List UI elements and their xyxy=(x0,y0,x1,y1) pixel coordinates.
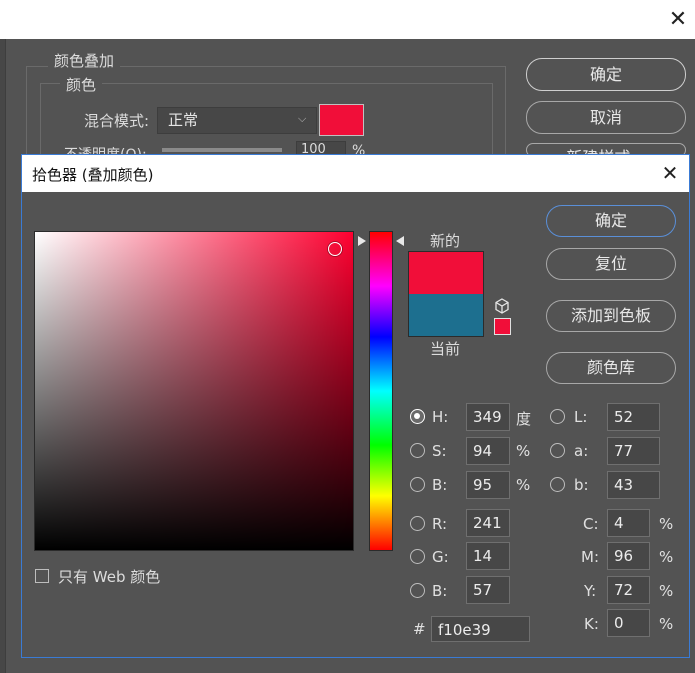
color-overlay-group-title: 颜色叠加 xyxy=(48,50,121,71)
color-field-marker[interactable] xyxy=(328,242,342,256)
overlay-color-swatch[interactable] xyxy=(319,104,364,136)
blue-label: B: xyxy=(432,582,448,600)
web-safe-cube-icon[interactable] xyxy=(494,298,510,314)
blend-mode-label: 混合模式: xyxy=(84,112,150,130)
cyan-input[interactable]: 4 xyxy=(607,509,650,537)
color-libraries-button[interactable]: 颜色库 xyxy=(546,352,676,384)
add-to-swatches-button[interactable]: 添加到色板 xyxy=(546,300,676,332)
lab-b-label: b: xyxy=(574,476,589,494)
red-label: R: xyxy=(432,515,448,533)
black-label: K: xyxy=(584,615,599,633)
hue-slider[interactable] xyxy=(369,231,393,551)
blue-input[interactable]: 57 xyxy=(466,576,510,604)
lab-a-label: a: xyxy=(574,442,589,460)
yellow-label: Y: xyxy=(584,582,597,600)
lab-l-input[interactable]: 52 xyxy=(607,403,660,431)
saturation-input[interactable]: 94 xyxy=(466,437,510,465)
web-safe-color-swatch[interactable] xyxy=(494,318,511,335)
yellow-input[interactable]: 72 xyxy=(607,576,650,604)
brightness-radio[interactable] xyxy=(410,477,425,492)
saturation-label: S: xyxy=(432,442,447,460)
green-label: G: xyxy=(432,548,449,566)
cyan-label: C: xyxy=(583,515,599,533)
new-color-swatch xyxy=(408,251,484,294)
brightness-label: B: xyxy=(432,476,448,494)
lab-b-input[interactable]: 43 xyxy=(607,471,660,499)
current-color-swatch[interactable] xyxy=(408,294,484,337)
lab-a-input[interactable]: 77 xyxy=(607,437,660,465)
hue-label: H: xyxy=(432,408,449,426)
black-unit: % xyxy=(659,615,674,633)
green-input[interactable]: 14 xyxy=(466,542,510,570)
opacity-slider[interactable] xyxy=(162,148,282,152)
brightness-unit: % xyxy=(516,476,531,494)
opacity-input[interactable]: 100 xyxy=(296,141,346,155)
lab-l-label: L: xyxy=(574,408,588,426)
cyan-unit: % xyxy=(659,515,674,533)
red-radio[interactable] xyxy=(410,516,425,531)
blend-mode-select[interactable]: 正常 xyxy=(157,107,317,134)
layer-style-ok-button[interactable]: 确定 xyxy=(526,58,686,91)
hue-input[interactable]: 349 xyxy=(466,403,510,431)
chevron-down-icon[interactable]: ⌵ xyxy=(298,112,306,126)
background-window-titlebar xyxy=(0,0,695,39)
web-colors-only-label: 只有 Web 颜色 xyxy=(58,568,161,586)
brightness-input[interactable]: 95 xyxy=(466,471,510,499)
yellow-unit: % xyxy=(659,582,674,600)
saturation-radio[interactable] xyxy=(410,443,425,458)
magenta-input[interactable]: 96 xyxy=(607,542,650,570)
color-picker-close-icon[interactable]: ✕ xyxy=(658,161,682,185)
web-colors-only-checkbox[interactable] xyxy=(35,569,49,583)
green-radio[interactable] xyxy=(410,549,425,564)
color-picker-ok-button[interactable]: 确定 xyxy=(546,205,676,237)
layer-style-cancel-button[interactable]: 取消 xyxy=(526,101,686,134)
hue-radio[interactable] xyxy=(410,409,425,424)
color-picker-reset-button[interactable]: 复位 xyxy=(546,248,676,280)
blue-radio[interactable] xyxy=(410,583,425,598)
magenta-label: M: xyxy=(581,548,599,566)
saturation-unit: % xyxy=(516,442,531,460)
new-color-label: 新的 xyxy=(430,232,461,250)
hex-hash-label: # xyxy=(413,620,426,638)
color-picker-title: 拾色器 (叠加颜色) xyxy=(32,166,154,184)
lab-a-radio[interactable] xyxy=(550,443,565,458)
hue-unit: 度 xyxy=(516,410,532,428)
color-subgroup-title: 颜色 xyxy=(60,74,103,95)
saturation-brightness-field[interactable] xyxy=(34,231,354,551)
layer-style-left-edge xyxy=(0,39,6,673)
background-close-icon[interactable]: ✕ xyxy=(666,8,690,32)
black-input[interactable]: 0 xyxy=(607,609,650,637)
lab-l-radio[interactable] xyxy=(550,409,565,424)
hue-slider-left-handle-icon[interactable] xyxy=(358,236,366,246)
hue-slider-right-handle-icon[interactable] xyxy=(396,236,404,246)
hex-color-input[interactable]: f10e39 xyxy=(431,616,530,642)
current-color-label: 当前 xyxy=(430,340,461,358)
magenta-unit: % xyxy=(659,548,674,566)
red-input[interactable]: 241 xyxy=(466,509,510,537)
lab-b-radio[interactable] xyxy=(550,477,565,492)
